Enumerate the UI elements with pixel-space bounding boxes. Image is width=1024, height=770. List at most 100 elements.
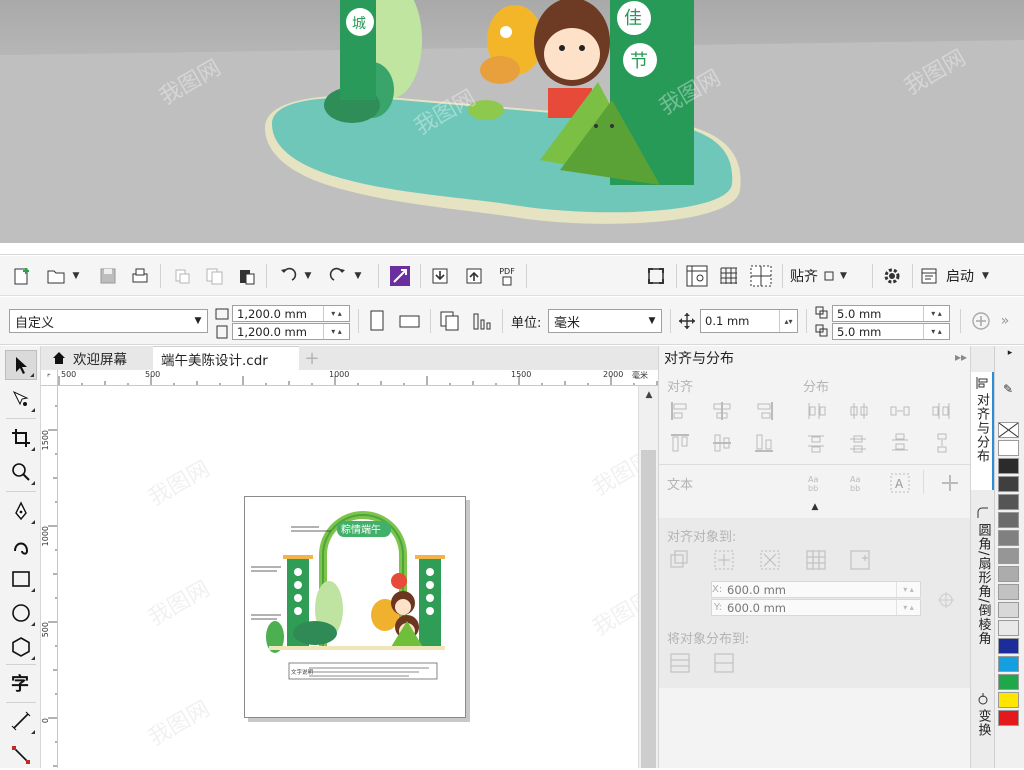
copy-icon[interactable]: [202, 264, 226, 288]
align-right-icon[interactable]: [753, 400, 775, 422]
palette-scroll-up-arrow[interactable]: ▸: [995, 348, 1024, 358]
vertical-ruler[interactable]: 1500 1000 500 0: [41, 386, 58, 768]
distribute-top-icon[interactable]: [805, 432, 827, 454]
color-swatch[interactable]: [998, 530, 1019, 546]
paste-icon[interactable]: [234, 264, 258, 288]
export-icon[interactable]: [462, 264, 486, 288]
scrollbar-thumb[interactable]: [641, 450, 656, 768]
freehand-tool[interactable]: [5, 496, 37, 526]
tab-welcome-screen[interactable]: 欢迎屏幕: [43, 346, 135, 370]
toolbar-overflow-icon[interactable]: »: [996, 309, 1014, 333]
ruler-origin-corner[interactable]: ⌜: [41, 370, 58, 386]
distribute-middle-icon[interactable]: [847, 432, 869, 454]
nudge-distance-spinner[interactable]: ▴▾: [779, 310, 797, 332]
rectangle-tool[interactable]: [5, 564, 37, 594]
polygon-tool[interactable]: [5, 632, 37, 662]
landscape-orientation-button[interactable]: [398, 309, 422, 333]
pick-tool[interactable]: [5, 350, 37, 380]
undo-icon[interactable]: [276, 264, 300, 288]
page-width-spinner[interactable]: ▾ ▴: [323, 306, 349, 321]
distribute-center-icon[interactable]: [847, 400, 869, 422]
side-tab-align-distribute[interactable]: 对齐与分布: [971, 372, 995, 490]
new-document-button[interactable]: [10, 264, 34, 288]
distribute-right-icon[interactable]: [931, 400, 953, 422]
color-swatch[interactable]: [998, 656, 1019, 672]
specified-point-icon[interactable]: [849, 549, 871, 571]
specified-x-field[interactable]: X: 600.0 mm ▾ ▴: [711, 581, 921, 598]
distribute-spacing-h-icon[interactable]: [889, 400, 911, 422]
eyedropper-icon[interactable]: ✎: [1003, 382, 1013, 396]
color-swatch[interactable]: [998, 584, 1019, 600]
page-center-icon[interactable]: [759, 549, 781, 571]
options-gear-icon[interactable]: [880, 264, 904, 288]
page-edge-icon[interactable]: [713, 549, 735, 571]
docker-expand-icon[interactable]: ▸▸: [955, 350, 967, 364]
distribute-left-icon[interactable]: [805, 400, 827, 422]
new-tab-icon[interactable]: +: [299, 346, 325, 370]
no-color-swatch[interactable]: [998, 422, 1019, 438]
color-swatch[interactable]: [998, 692, 1019, 708]
page-artwork[interactable]: 粽情端午: [245, 497, 467, 719]
open-dropdown-arrow[interactable]: ▼: [70, 264, 82, 288]
outline-icon[interactable]: [939, 472, 961, 494]
artistic-media-tool[interactable]: [5, 530, 37, 560]
nudge-distance-field[interactable]: 0.1 mm ▴▾: [700, 309, 798, 333]
redo-icon[interactable]: [326, 264, 350, 288]
color-swatch[interactable]: [998, 710, 1019, 726]
grid-icon[interactable]: [805, 549, 827, 571]
duplicate-distance-x-spinner[interactable]: ▾ ▴: [923, 306, 949, 321]
undo-dropdown-arrow[interactable]: ▼: [302, 264, 314, 288]
color-swatch[interactable]: [998, 494, 1019, 510]
color-swatch[interactable]: [998, 548, 1019, 564]
align-bottom-icon[interactable]: [753, 432, 775, 454]
distribute-page-extent-icon[interactable]: [713, 652, 735, 674]
open-folder-icon[interactable]: [44, 264, 68, 288]
cut-icon[interactable]: [170, 264, 194, 288]
align-top-icon[interactable]: [669, 432, 691, 454]
zoom-tool[interactable]: [5, 457, 37, 487]
align-left-icon[interactable]: [669, 400, 691, 422]
shape-tool[interactable]: [5, 384, 37, 414]
side-tab-fillet[interactable]: 圆角/扇形角/倒棱角: [971, 502, 995, 676]
scroll-up-arrow[interactable]: ▲: [639, 390, 659, 400]
specified-y-spinner[interactable]: ▾ ▴: [896, 600, 920, 615]
collapse-section-icon[interactable]: ▲: [659, 502, 971, 516]
import-icon[interactable]: [428, 264, 452, 288]
all-pages-icon[interactable]: [438, 309, 462, 333]
crop-tool[interactable]: [5, 423, 37, 453]
print-icon[interactable]: [128, 264, 152, 288]
text-tool[interactable]: 字: [5, 668, 37, 698]
color-swatch[interactable]: [998, 512, 1019, 528]
drawing-canvas[interactable]: 粽情端午: [58, 386, 638, 768]
align-horizontal-center-icon[interactable]: [711, 400, 733, 422]
launch-menu[interactable]: 启动 ▼: [920, 264, 1012, 288]
color-swatch[interactable]: [998, 602, 1019, 618]
text-last-baseline-icon[interactable]: Aabb: [847, 472, 869, 494]
search-content-icon[interactable]: [388, 264, 412, 288]
add-toolbar-item-icon[interactable]: [970, 309, 992, 333]
color-swatch[interactable]: [998, 620, 1019, 636]
units-select[interactable]: 毫米 ▼: [548, 309, 662, 333]
color-swatch[interactable]: [998, 674, 1019, 690]
show-guidelines-icon[interactable]: [748, 264, 774, 288]
duplicate-distance-x-field[interactable]: 5.0 mm ▾ ▴: [832, 305, 950, 322]
connector-tool[interactable]: [5, 740, 37, 770]
specified-x-spinner[interactable]: ▾ ▴: [896, 582, 920, 597]
specify-point-crosshair-icon[interactable]: [935, 589, 957, 611]
full-screen-preview-icon[interactable]: [644, 264, 668, 288]
vertical-scrollbar[interactable]: ▲: [638, 386, 658, 768]
color-swatch[interactable]: [998, 458, 1019, 474]
duplicate-distance-y-field[interactable]: 5.0 mm ▾ ▴: [832, 323, 950, 340]
tab-document[interactable]: 端午美陈设计.cdr: [153, 346, 299, 370]
specified-y-field[interactable]: Y: 600.0 mm ▾ ▴: [711, 599, 921, 616]
page-size-preset-select[interactable]: 自定义 ▼: [9, 309, 208, 333]
ellipse-tool[interactable]: [5, 598, 37, 628]
side-tab-transform[interactable]: 变换: [971, 688, 995, 768]
distribute-selection-extent-icon[interactable]: [669, 652, 691, 674]
color-swatch[interactable]: [998, 638, 1019, 654]
text-first-baseline-icon[interactable]: Aabb: [805, 472, 827, 494]
text-bounding-box-icon[interactable]: A: [889, 472, 911, 494]
show-grid-icon[interactable]: [716, 264, 742, 288]
save-icon[interactable]: [96, 264, 120, 288]
page-width-field[interactable]: 1,200.0 mm ▾ ▴: [232, 305, 350, 322]
